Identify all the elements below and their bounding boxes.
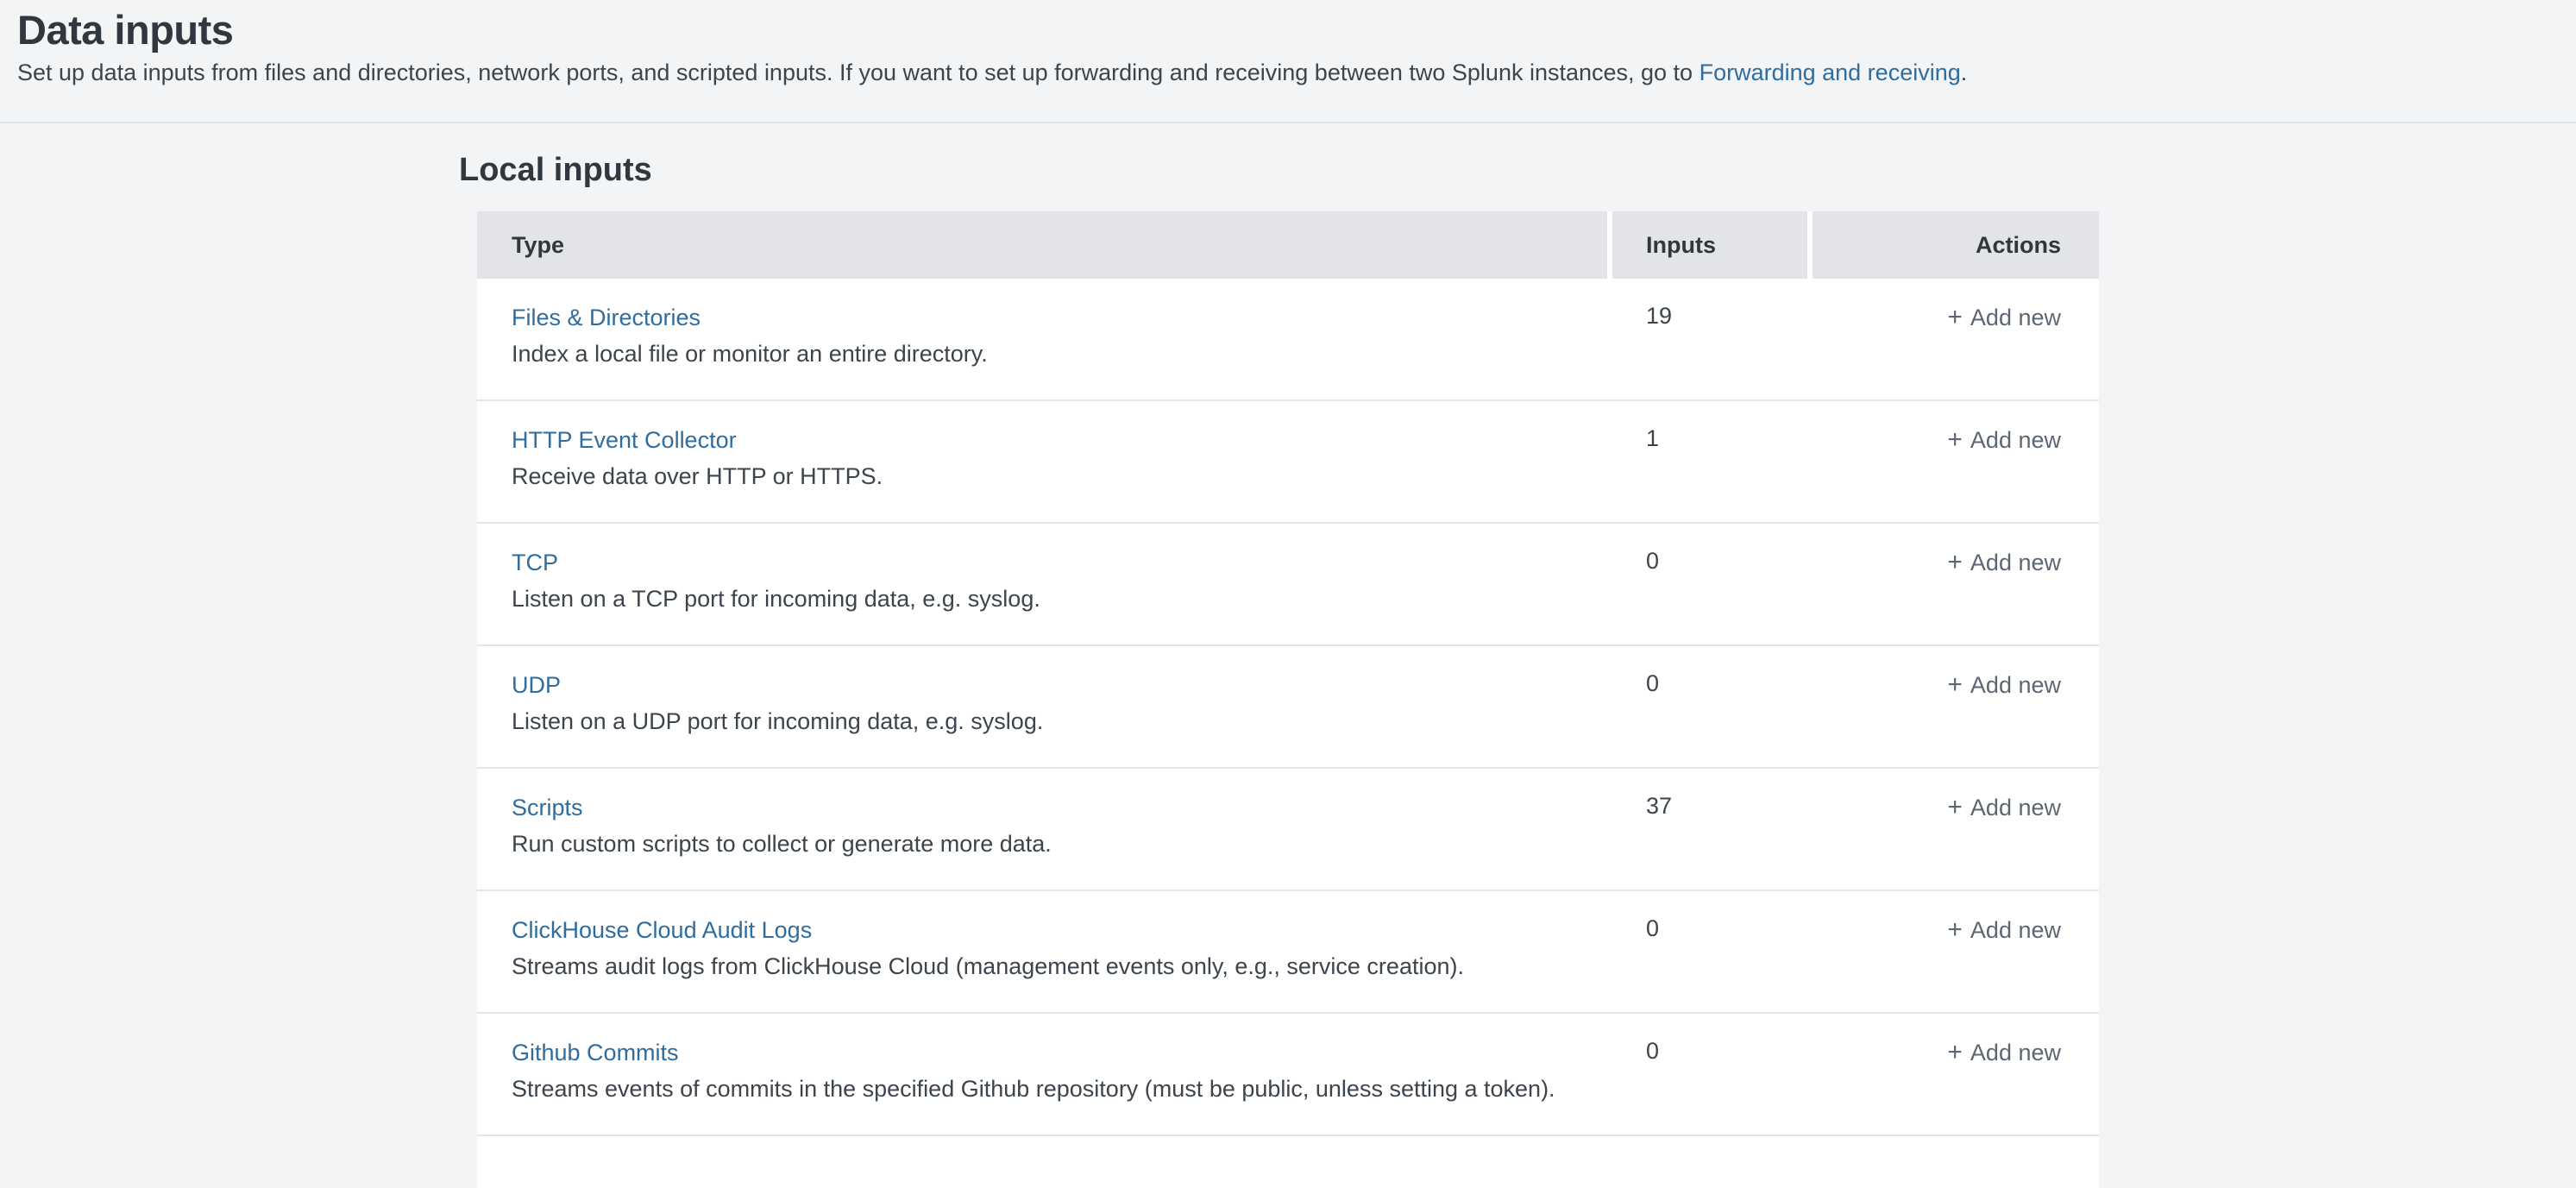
add-new-label: Add new <box>1970 427 2061 453</box>
actions-cell: + Add new <box>1813 670 2099 767</box>
add-new-label: Add new <box>1970 795 2061 820</box>
add-new-link[interactable]: + Add new <box>1947 672 2061 698</box>
type-cell: UDP Listen on a UDP port for incoming da… <box>477 670 1612 767</box>
page-subtitle-period: . <box>1961 60 1968 85</box>
input-type-description: Streams audit logs from ClickHouse Cloud… <box>512 952 1612 981</box>
plus-icon: + <box>1947 548 1963 576</box>
local-inputs-section: Local inputs Type Inputs Actions Files &… <box>477 123 2099 1188</box>
actions-cell: + Add new <box>1813 548 2099 644</box>
table-row: Files & Directories Index a local file o… <box>477 279 2099 401</box>
page-subtitle: Set up data inputs from files and direct… <box>17 59 2541 87</box>
add-new-link[interactable]: + Add new <box>1947 1040 2061 1065</box>
page-subtitle-text: Set up data inputs from files and direct… <box>17 60 1700 85</box>
add-new-label: Add new <box>1970 550 2061 575</box>
type-cell: Scripts Run custom scripts to collect or… <box>477 793 1612 889</box>
inputs-count: 0 <box>1612 1038 1813 1135</box>
add-new-link[interactable]: + Add new <box>1947 427 2061 453</box>
add-new-link[interactable]: + Add new <box>1947 550 2061 575</box>
actions-cell: + Add new <box>1813 915 2099 1012</box>
type-link-tcp[interactable]: TCP <box>512 548 558 577</box>
table-row: Github Commits Streams events of commits… <box>477 1014 2099 1136</box>
type-cell: TCP Listen on a TCP port for incoming da… <box>477 548 1612 644</box>
column-header-type: Type <box>477 211 1607 279</box>
plus-icon: + <box>1947 670 1963 699</box>
plus-icon: + <box>1947 1038 1963 1066</box>
inputs-count: 37 <box>1612 793 1813 889</box>
add-new-link[interactable]: + Add new <box>1947 795 2061 820</box>
table-row: HTTP Event Collector Receive data over H… <box>477 401 2099 524</box>
actions-cell: + Add new <box>1813 425 2099 522</box>
type-link-files-and-directories[interactable]: Files & Directories <box>512 303 701 332</box>
table-header-row: Type Inputs Actions <box>477 211 2099 279</box>
data-inputs-table: Type Inputs Actions Files & Directories … <box>477 211 2099 1188</box>
column-header-inputs: Inputs <box>1612 211 1807 279</box>
inputs-count: 1 <box>1612 425 1813 522</box>
inputs-count: 19 <box>1612 303 1813 399</box>
type-cell: ClickHouse Cloud Audit Logs Streams audi… <box>477 915 1612 1012</box>
table-row: UDP Listen on a UDP port for incoming da… <box>477 646 2099 769</box>
type-cell: HTTP Event Collector Receive data over H… <box>477 425 1612 522</box>
table-row: TCP Listen on a TCP port for incoming da… <box>477 524 2099 646</box>
inputs-count: 0 <box>1612 548 1813 644</box>
add-new-label: Add new <box>1970 672 2061 698</box>
type-link-scripts[interactable]: Scripts <box>512 793 583 822</box>
inputs-count: 0 <box>1612 915 1813 1012</box>
plus-icon: + <box>1947 793 1963 821</box>
inputs-count: 0 <box>1612 670 1813 767</box>
input-type-description: Listen on a UDP port for incoming data, … <box>512 707 1612 736</box>
add-new-link[interactable]: + Add new <box>1947 305 2061 330</box>
plus-icon: + <box>1947 425 1963 454</box>
add-new-label: Add new <box>1970 305 2061 330</box>
actions-cell: + Add new <box>1813 793 2099 889</box>
add-new-link[interactable]: + Add new <box>1947 917 2061 943</box>
section-title: Local inputs <box>459 150 2099 190</box>
input-type-description: Listen on a TCP port for incoming data, … <box>512 584 1612 613</box>
type-link-http-event-collector[interactable]: HTTP Event Collector <box>512 425 737 455</box>
add-new-label: Add new <box>1970 917 2061 943</box>
type-cell: Github Commits Streams events of commits… <box>477 1038 1612 1135</box>
page-header: Data inputs Set up data inputs from file… <box>0 0 2576 123</box>
page-title: Data inputs <box>17 5 2541 55</box>
next-row-partial <box>477 1136 2099 1188</box>
table-row: ClickHouse Cloud Audit Logs Streams audi… <box>477 891 2099 1014</box>
type-link-udp[interactable]: UDP <box>512 670 561 700</box>
input-type-description: Run custom scripts to collect or generat… <box>512 829 1612 858</box>
table-row: Scripts Run custom scripts to collect or… <box>477 769 2099 891</box>
type-link-github-commits[interactable]: Github Commits <box>512 1038 679 1067</box>
forwarding-and-receiving-link[interactable]: Forwarding and receiving <box>1700 60 1961 85</box>
type-cell: Files & Directories Index a local file o… <box>477 303 1612 399</box>
add-new-label: Add new <box>1970 1040 2061 1065</box>
plus-icon: + <box>1947 915 1963 944</box>
actions-cell: + Add new <box>1813 303 2099 399</box>
actions-cell: + Add new <box>1813 1038 2099 1135</box>
input-type-description: Streams events of commits in the specifi… <box>512 1074 1612 1103</box>
column-header-actions: Actions <box>1813 211 2099 279</box>
input-type-description: Index a local file or monitor an entire … <box>512 339 1612 368</box>
type-link-clickhouse-cloud-audit-logs[interactable]: ClickHouse Cloud Audit Logs <box>512 915 812 945</box>
plus-icon: + <box>1947 303 1963 331</box>
input-type-description: Receive data over HTTP or HTTPS. <box>512 462 1612 491</box>
